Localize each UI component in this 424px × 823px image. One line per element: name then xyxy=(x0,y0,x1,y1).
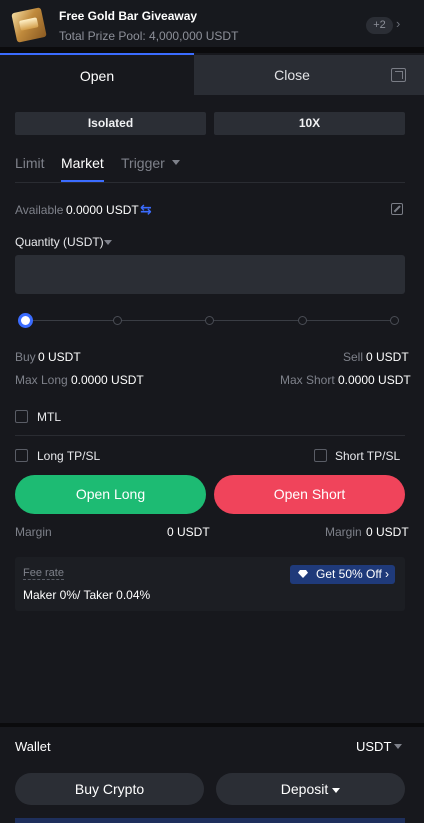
sell-value: 0 USDT xyxy=(366,350,409,364)
margin-mode-button[interactable]: Isolated xyxy=(15,112,206,135)
buy-crypto-button[interactable]: Buy Crypto xyxy=(15,773,204,805)
max-short-label: Max Short xyxy=(280,373,335,387)
deposit-label: Deposit xyxy=(280,781,329,797)
wallet-title: Wallet xyxy=(15,739,51,754)
slider-handle[interactable] xyxy=(18,313,33,328)
chevron-down-icon[interactable] xyxy=(104,240,112,245)
tab-market[interactable]: Market xyxy=(61,155,104,171)
trade-panel xyxy=(0,53,424,723)
short-tpsl-checkbox[interactable] xyxy=(314,449,327,462)
calculator-icon[interactable] xyxy=(391,203,403,215)
open-short-button[interactable]: Open Short xyxy=(214,475,405,514)
tab-trigger[interactable]: Trigger xyxy=(121,155,165,171)
short-tpsl-label: Short TP/SL xyxy=(335,449,401,463)
max-long-value: 0.0000 USDT xyxy=(71,373,144,387)
chevron-right-icon: › xyxy=(385,567,389,581)
banner-title: Free Gold Bar Giveaway xyxy=(59,9,198,23)
tab-close-label: Close xyxy=(274,67,310,83)
banner-subtitle: Total Prize Pool: 4,000,000 USDT xyxy=(59,29,239,43)
mtl-checkbox[interactable] xyxy=(15,410,28,423)
discount-promo-button[interactable]: Get 50% Off › xyxy=(290,565,395,584)
buy-value: 0 USDT xyxy=(38,350,81,364)
leverage-button[interactable]: 10X xyxy=(214,112,405,135)
slider-step-75[interactable] xyxy=(298,316,307,325)
share-icon[interactable] xyxy=(391,68,406,82)
chevron-down-icon[interactable] xyxy=(394,744,402,749)
deposit-button[interactable]: Deposit xyxy=(216,773,405,805)
slider-step-25[interactable] xyxy=(113,316,122,325)
long-tpsl-checkbox[interactable] xyxy=(15,449,28,462)
mtl-label: MTL xyxy=(37,410,61,424)
fee-rate-value: Maker 0%/ Taker 0.04% xyxy=(23,588,151,602)
max-short-value: 0.0000 USDT xyxy=(338,373,411,387)
max-long-label: Max Long xyxy=(15,373,68,387)
open-long-button[interactable]: Open Long xyxy=(15,475,206,514)
more-promos-badge[interactable]: +2 xyxy=(366,17,393,34)
caret-down-icon xyxy=(332,787,341,793)
short-margin-value: 0 USDT xyxy=(366,525,409,539)
tab-open[interactable]: Open xyxy=(0,53,194,95)
chevron-right-icon[interactable]: › xyxy=(396,16,400,31)
tab-close[interactable]: Close xyxy=(194,55,424,95)
wallet-currency-select[interactable]: USDT xyxy=(356,739,391,754)
quantity-unit-label[interactable]: Quantity (USDT) xyxy=(15,235,104,249)
divider xyxy=(15,435,405,436)
quantity-input[interactable] xyxy=(15,255,405,294)
chevron-down-icon[interactable] xyxy=(172,160,180,165)
gold-bar-icon xyxy=(11,7,47,43)
available-value: 0.0000 USDT xyxy=(66,203,139,217)
long-margin-value: 0 USDT xyxy=(167,525,210,539)
long-margin-label: Margin xyxy=(15,525,52,539)
slider-step-50[interactable] xyxy=(205,316,214,325)
slider-step-100[interactable] xyxy=(390,316,399,325)
buy-label: Buy xyxy=(15,350,36,364)
bottom-strip xyxy=(15,818,405,823)
divider xyxy=(15,182,405,183)
discount-promo-label: Get 50% Off xyxy=(316,567,382,581)
short-margin-label: Margin xyxy=(325,525,362,539)
long-tpsl-label: Long TP/SL xyxy=(37,449,101,463)
fee-rate-label[interactable]: Fee rate xyxy=(23,567,64,580)
transfer-icon[interactable]: ⇆ xyxy=(140,201,152,218)
diamond-icon xyxy=(298,570,308,578)
tab-limit[interactable]: Limit xyxy=(15,155,45,171)
sell-label: Sell xyxy=(343,350,364,364)
available-label: Available xyxy=(15,203,64,217)
